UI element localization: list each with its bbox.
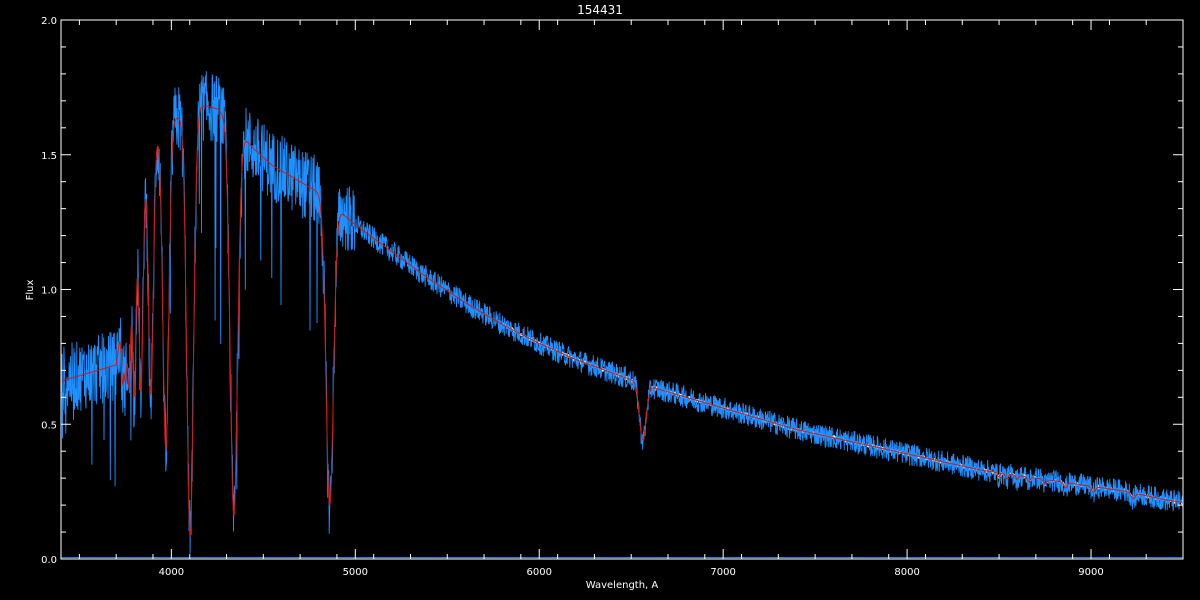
x-axis-label: Wavelength, A [586,580,659,591]
y-tick-label-0: 0.0 [41,555,57,566]
spectrum-chart: 154431 4000 5000 6000 7000 8000 9000 0.0 0.5 1.… [0,0,1200,600]
y-tick-label-4: 2.0 [41,16,57,27]
y-tick-label-2: 1.0 [41,286,57,297]
chart-title: 154431 [577,3,623,17]
y-tick-label-1: 0.5 [41,420,57,431]
x-tick-label-1: 5000 [343,567,368,578]
y-axis-label: Flux [25,280,36,301]
x-tick-label-2: 6000 [527,567,552,578]
chart-background [0,0,1200,600]
y-tick-label-3: 1.5 [41,151,57,162]
x-tick-label-5: 9000 [1078,567,1103,578]
x-tick-label-3: 7000 [710,567,735,578]
x-tick-label-0: 4000 [159,567,184,578]
x-tick-label-4: 8000 [894,567,919,578]
